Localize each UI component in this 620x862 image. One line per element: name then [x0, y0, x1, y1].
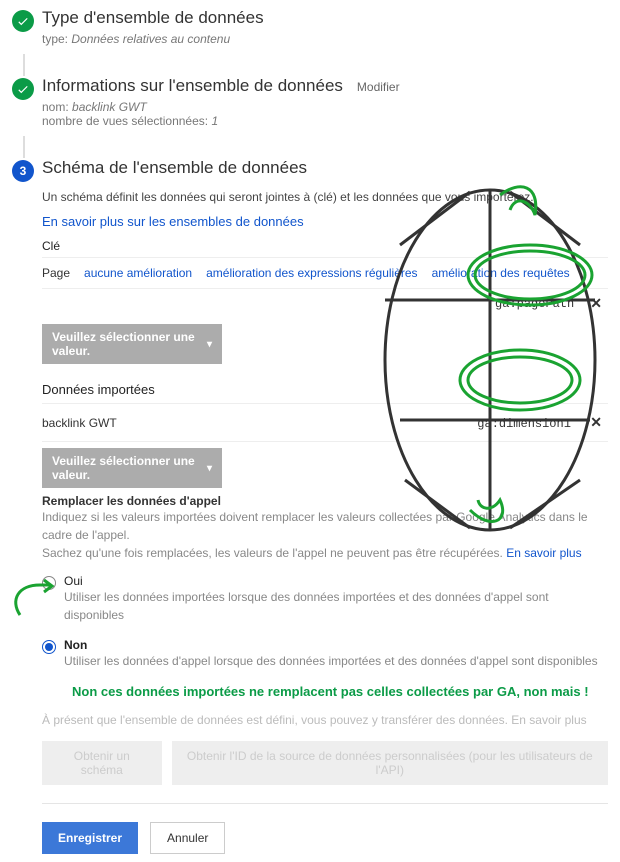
- replace-desc2: Sachez qu'une fois remplacées, les valeu…: [42, 544, 608, 562]
- save-button[interactable]: Enregistrer: [42, 822, 138, 854]
- replace-title: Remplacer les données d'appel: [42, 494, 608, 508]
- step-type: Type d'ensemble de données type: Données…: [12, 8, 608, 46]
- key-select[interactable]: Veuillez sélectionner une valeur. ▾: [42, 324, 222, 364]
- tab-page: Page: [42, 266, 70, 280]
- tab-query[interactable]: amélioration des requêtes: [432, 266, 570, 280]
- get-id-button: Obtenir l'ID de la source de données per…: [172, 741, 608, 785]
- step-schema: 3 Schéma de l'ensemble de données: [12, 158, 608, 182]
- imported-dimension: ga:dimension1: [477, 417, 571, 431]
- key-dimension: ga:pagePath: [495, 297, 574, 311]
- modify-link[interactable]: Modifier: [357, 80, 400, 94]
- remove-imported-icon[interactable]: ✕: [584, 414, 608, 430]
- key-dimension-row: ga:pagePath ✕: [42, 289, 608, 318]
- imported-title: Données importées: [42, 382, 608, 397]
- step-info-views: nombre de vues sélectionnées: 1: [42, 114, 608, 128]
- ready-text: À présent que l'ensemble de données est …: [42, 713, 608, 727]
- connector: [23, 54, 25, 76]
- replace-desc1: Indiquez si les valeurs importées doiven…: [42, 508, 608, 544]
- step-number-icon: 3: [12, 160, 34, 182]
- learn-more-link[interactable]: En savoir plus sur les ensembles de donn…: [42, 214, 304, 229]
- radio-icon: [42, 576, 56, 590]
- step-type-sub: type: Données relatives au contenu: [42, 32, 608, 46]
- radio-icon: [42, 640, 56, 654]
- radio-no-desc: Utiliser les données d'appel lorsque des…: [64, 652, 608, 670]
- connector: [23, 136, 25, 158]
- radio-no-label: Non: [64, 638, 608, 652]
- cancel-button[interactable]: Annuler: [150, 822, 225, 854]
- schema-description: Un schéma définit les données qui seront…: [42, 190, 608, 204]
- radio-yes-label: Oui: [64, 574, 608, 588]
- caret-down-icon: ▾: [207, 463, 212, 474]
- key-tabs: Page aucune amélioration amélioration de…: [42, 257, 608, 289]
- check-icon: [12, 10, 34, 32]
- caret-down-icon: ▾: [207, 339, 212, 350]
- tab-none[interactable]: aucune amélioration: [84, 266, 192, 280]
- imported-row: backlink GWT ga:dimension1 ✕: [42, 403, 608, 442]
- step-info-name: nom: backlink GWT: [42, 100, 608, 114]
- step-info-title: Informations sur l'ensemble de données: [42, 76, 343, 96]
- handwritten-annotation: Non ces données importées ne remplacent …: [72, 684, 608, 699]
- radio-no[interactable]: Non Utiliser les données d'appel lorsque…: [42, 638, 608, 670]
- key-label: Clé: [42, 239, 608, 253]
- divider: [42, 803, 608, 804]
- tab-regex[interactable]: amélioration des expressions régulières: [206, 266, 417, 280]
- step-info: Informations sur l'ensemble de données M…: [12, 76, 608, 128]
- check-icon: [12, 78, 34, 100]
- imported-select[interactable]: Veuillez sélectionner une valeur. ▾: [42, 448, 222, 488]
- step-type-title: Type d'ensemble de données: [42, 8, 608, 28]
- replace-learn-more[interactable]: En savoir plus: [506, 546, 581, 560]
- radio-yes-desc: Utiliser les données importées lorsque d…: [64, 588, 608, 624]
- step-schema-title: Schéma de l'ensemble de données: [42, 158, 608, 178]
- imported-name: backlink GWT: [42, 416, 117, 430]
- get-schema-button: Obtenir un schéma: [42, 741, 162, 785]
- remove-key-icon[interactable]: ✕: [584, 295, 608, 312]
- radio-yes[interactable]: Oui Utiliser les données importées lorsq…: [42, 574, 608, 624]
